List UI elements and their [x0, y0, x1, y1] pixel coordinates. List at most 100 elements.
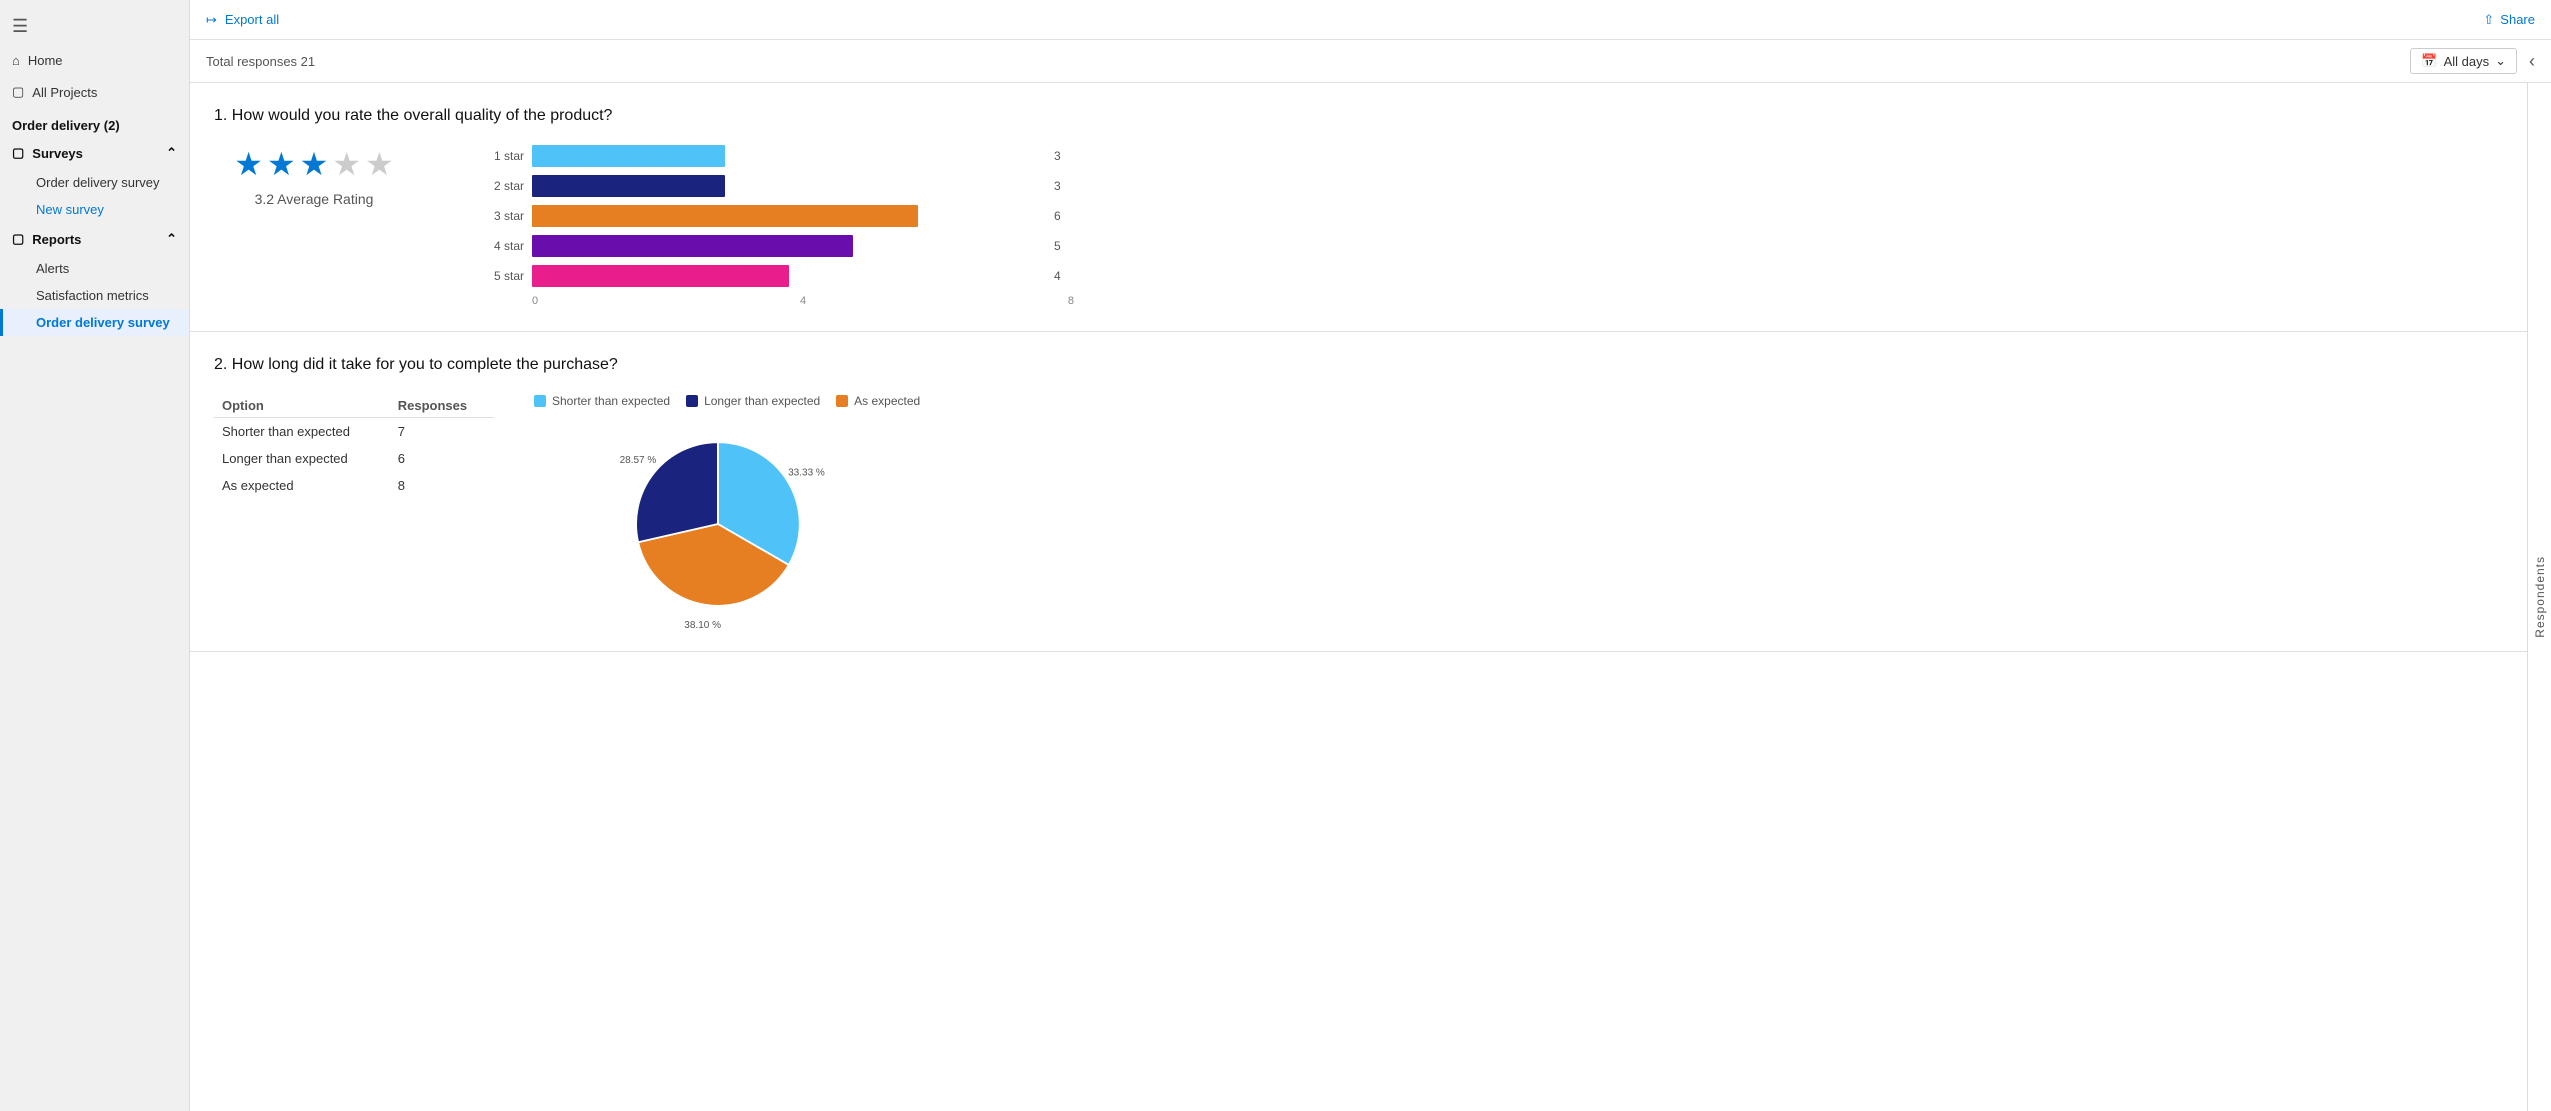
bar-track — [532, 205, 1046, 227]
sidebar-item-order-delivery-survey[interactable]: Order delivery survey — [0, 169, 189, 196]
legend-dot — [686, 395, 698, 407]
sidebar-item-alerts[interactable]: Alerts — [0, 255, 189, 282]
legend-item: Longer than expected — [686, 394, 820, 408]
sidebar-item-all-projects[interactable]: ▢ All Projects — [0, 76, 189, 108]
bar-value: 6 — [1054, 209, 1074, 223]
col-option: Option — [214, 394, 390, 418]
bar-track — [532, 235, 1046, 257]
table-row: Longer than expected6 — [214, 445, 494, 472]
bar-track — [532, 265, 1046, 287]
bar-fill — [532, 175, 725, 197]
share-label: Share — [2500, 12, 2535, 27]
main-content: ↦ Export all ⇧ Share Total responses 21 … — [190, 0, 2551, 1111]
total-responses: Total responses 21 — [206, 54, 315, 69]
surveys-icon: ▢ — [12, 145, 24, 161]
table-cell-responses: 7 — [390, 418, 494, 446]
question-1-title: 1. How would you rate the overall qualit… — [214, 107, 2503, 125]
pie-chart-wrapper: 33.33 %38.10 %28.57 % — [597, 424, 857, 627]
bar-fill — [532, 235, 853, 257]
pie-chart: 33.33 %38.10 %28.57 % — [597, 424, 857, 624]
bar-value: 4 — [1054, 269, 1074, 283]
responses-table: Option Responses Shorter than expected7L… — [214, 394, 494, 499]
table-cell-responses: 8 — [390, 472, 494, 499]
bar-fill — [532, 205, 918, 227]
bar-label: 3 star — [474, 209, 524, 223]
bar-value: 5 — [1054, 239, 1074, 253]
legend-label: Longer than expected — [704, 394, 820, 408]
home-icon: ⌂ — [12, 53, 20, 68]
all-days-button[interactable]: 📅 All days ⌄ — [2410, 48, 2517, 74]
sidebar-item-satisfaction-metrics[interactable]: Satisfaction metrics — [0, 282, 189, 309]
respondents-label: Respondents — [2533, 556, 2547, 638]
home-label: Home — [28, 53, 63, 68]
collapse-icon[interactable]: ‹ — [2529, 51, 2535, 72]
reports-label: Reports — [32, 232, 81, 247]
star-1: ★ — [234, 145, 263, 183]
bar-fill — [532, 145, 725, 167]
legend-dot — [534, 395, 546, 407]
respondents-sidebar[interactable]: Respondents — [2527, 83, 2551, 1111]
projects-icon: ▢ — [12, 84, 24, 100]
pie-percent-label: 28.57 % — [620, 455, 657, 466]
sidebar-item-home[interactable]: ⌂ Home — [0, 45, 189, 76]
reports-icon: ▢ — [12, 231, 24, 247]
question-2-section: 2. How long did it take for you to compl… — [190, 332, 2527, 652]
pie-percent-label: 38.10 % — [684, 620, 721, 631]
export-icon: ↦ — [206, 12, 217, 28]
pie-legend: Shorter than expected Longer than expecte… — [534, 394, 920, 408]
dropdown-chevron-icon: ⌄ — [2495, 53, 2506, 69]
star-4: ★ — [332, 145, 361, 183]
pie-section: Option Responses Shorter than expected7L… — [214, 394, 2503, 627]
bar-row: 4 star 5 — [474, 235, 1074, 257]
table-cell-option: As expected — [214, 472, 390, 499]
share-button[interactable]: ⇧ Share — [2483, 12, 2535, 28]
legend-label: As expected — [854, 394, 920, 408]
pie-container: Shorter than expected Longer than expecte… — [534, 394, 920, 627]
all-projects-label: All Projects — [32, 85, 97, 100]
calendar-icon: 📅 — [2421, 53, 2437, 69]
sidebar: ☰ ⌂ Home ▢ All Projects Order delivery (… — [0, 0, 190, 1111]
sidebar-item-new-survey[interactable]: New survey — [0, 196, 189, 223]
axis-4: 4 — [800, 295, 806, 307]
bar-chart: 1 star3 2 star3 3 star 6 4 star 5 5 star 4 0 4 … — [474, 145, 1074, 307]
bar-row: 2 star3 — [474, 175, 1074, 197]
export-all-button[interactable]: ↦ Export all — [206, 12, 279, 28]
all-days-label: All days — [2444, 54, 2490, 69]
table-row: Shorter than expected7 — [214, 418, 494, 446]
star-5: ★ — [365, 145, 394, 183]
reports-section-header[interactable]: ▢ Reports ⌃ — [0, 223, 189, 255]
bar-label: 4 star — [474, 239, 524, 253]
stars-display: ★ ★ ★ ★ ★ 3.2 Average Rating — [214, 145, 414, 207]
bar-label: 1 star — [474, 149, 524, 163]
menu-icon[interactable]: ☰ — [0, 8, 189, 45]
bar-axis: 0 4 8 — [532, 295, 1074, 307]
sidebar-item-order-delivery-survey-report[interactable]: Order delivery survey — [0, 309, 189, 336]
reports-chevron-icon: ⌃ — [166, 231, 177, 247]
topbar: ↦ Export all ⇧ Share — [190, 0, 2551, 40]
bar-row: 5 star 4 — [474, 265, 1074, 287]
star-2: ★ — [267, 145, 296, 183]
order-delivery-label: Order delivery (2) — [0, 108, 189, 137]
table-cell-option: Shorter than expected — [214, 418, 390, 446]
bar-track — [532, 145, 1046, 167]
bar-label: 5 star — [474, 269, 524, 283]
bar-row: 3 star 6 — [474, 205, 1074, 227]
legend-dot — [836, 395, 848, 407]
share-icon: ⇧ — [2483, 12, 2494, 28]
surveys-label: Surveys — [32, 146, 83, 161]
table-cell-responses: 6 — [390, 445, 494, 472]
surveys-section-left: ▢ Surveys — [12, 145, 83, 161]
surveys-chevron-icon: ⌃ — [166, 145, 177, 161]
export-all-label: Export all — [225, 12, 279, 27]
question-1-section: 1. How would you rate the overall qualit… — [190, 83, 2527, 332]
reports-section-left: ▢ Reports — [12, 231, 81, 247]
bar-row: 1 star3 — [474, 145, 1074, 167]
subbar: Total responses 21 📅 All days ⌄ ‹ — [190, 40, 2551, 83]
pie-table: Option Responses Shorter than expected7L… — [214, 394, 494, 499]
surveys-section-header[interactable]: ▢ Surveys ⌃ — [0, 137, 189, 169]
legend-label: Shorter than expected — [552, 394, 670, 408]
col-responses: Responses — [390, 394, 494, 418]
bar-track — [532, 175, 1046, 197]
legend-item: As expected — [836, 394, 920, 408]
pie-percent-label: 33.33 % — [788, 468, 825, 479]
